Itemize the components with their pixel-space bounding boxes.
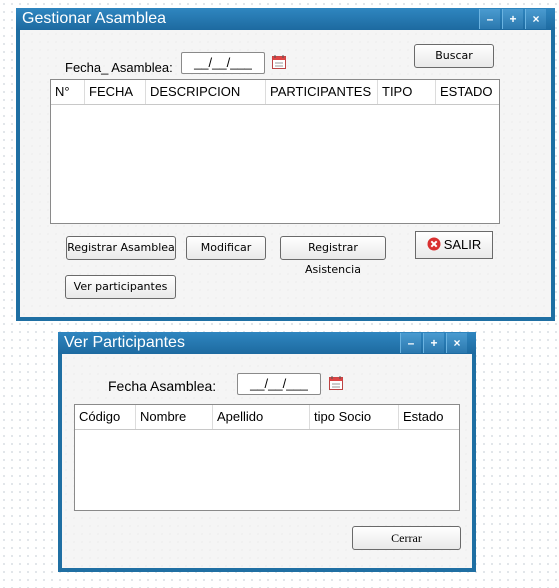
participantes-table[interactable]: Código Nombre Apellido tipo Socio Estado bbox=[74, 404, 460, 511]
title-bar[interactable]: Gestionar Asamblea bbox=[16, 8, 555, 30]
window-body: Fecha Asamblea: __/__/___ Código Nombre … bbox=[62, 354, 472, 568]
registrar-asistencia-button[interactable]: Registrar Asistencia bbox=[280, 236, 386, 276]
close-icon[interactable]: × bbox=[525, 9, 546, 29]
column-header[interactable]: N° bbox=[51, 80, 85, 104]
table-header: Código Nombre Apellido tipo Socio Estado bbox=[75, 405, 459, 430]
calendar-icon[interactable] bbox=[272, 55, 286, 69]
ver-participantes-window: Ver Participantes – + × Fecha Asamblea: … bbox=[58, 332, 476, 572]
fecha-asamblea-label: Fecha_ Asamblea: bbox=[65, 60, 173, 75]
modificar-button[interactable]: Modificar bbox=[186, 236, 266, 260]
fecha-asamblea-input[interactable]: __/__/___ bbox=[237, 373, 321, 395]
column-header[interactable]: ESTADO bbox=[436, 80, 499, 104]
window-title: Ver Participantes bbox=[64, 334, 185, 351]
cancel-icon bbox=[427, 237, 441, 251]
column-header[interactable]: TIPO bbox=[378, 80, 436, 104]
salir-button[interactable]: SALIR bbox=[415, 231, 493, 259]
ver-participantes-button[interactable]: Ver participantes bbox=[65, 275, 176, 299]
column-header[interactable]: Estado bbox=[399, 405, 459, 429]
column-header[interactable]: Apellido bbox=[213, 405, 310, 429]
cerrar-button[interactable]: Cerrar bbox=[352, 526, 461, 550]
window-body: Fecha_ Asamblea: __/__/___ Buscar N° FEC… bbox=[20, 30, 551, 317]
minimize-icon[interactable]: – bbox=[479, 9, 500, 29]
column-header[interactable]: DESCRIPCION bbox=[146, 80, 266, 104]
maximize-icon[interactable]: + bbox=[502, 9, 523, 29]
buscar-button[interactable]: Buscar bbox=[414, 44, 494, 68]
column-header[interactable]: tipo Socio bbox=[310, 405, 399, 429]
salir-label: SALIR bbox=[443, 237, 482, 252]
column-header[interactable]: Nombre bbox=[136, 405, 213, 429]
registrar-asamblea-button[interactable]: Registrar Asamblea bbox=[66, 236, 176, 260]
column-header[interactable]: FECHA bbox=[85, 80, 146, 104]
calendar-icon[interactable] bbox=[329, 376, 343, 390]
column-header[interactable]: PARTICIPANTES bbox=[266, 80, 378, 104]
gestionar-asamblea-window: Gestionar Asamblea – + × Fecha_ Asamblea… bbox=[16, 8, 555, 321]
minimize-icon[interactable]: – bbox=[400, 333, 421, 353]
window-title: Gestionar Asamblea bbox=[22, 10, 167, 27]
fecha-asamblea-input[interactable]: __/__/___ bbox=[181, 52, 265, 74]
table-header: N° FECHA DESCRIPCION PARTICIPANTES TIPO … bbox=[51, 80, 499, 105]
maximize-icon[interactable]: + bbox=[423, 333, 444, 353]
column-header[interactable]: Código bbox=[75, 405, 136, 429]
fecha-asamblea-label: Fecha Asamblea: bbox=[108, 378, 217, 394]
close-icon[interactable]: × bbox=[446, 333, 467, 353]
asamblea-table[interactable]: N° FECHA DESCRIPCION PARTICIPANTES TIPO … bbox=[50, 79, 500, 224]
